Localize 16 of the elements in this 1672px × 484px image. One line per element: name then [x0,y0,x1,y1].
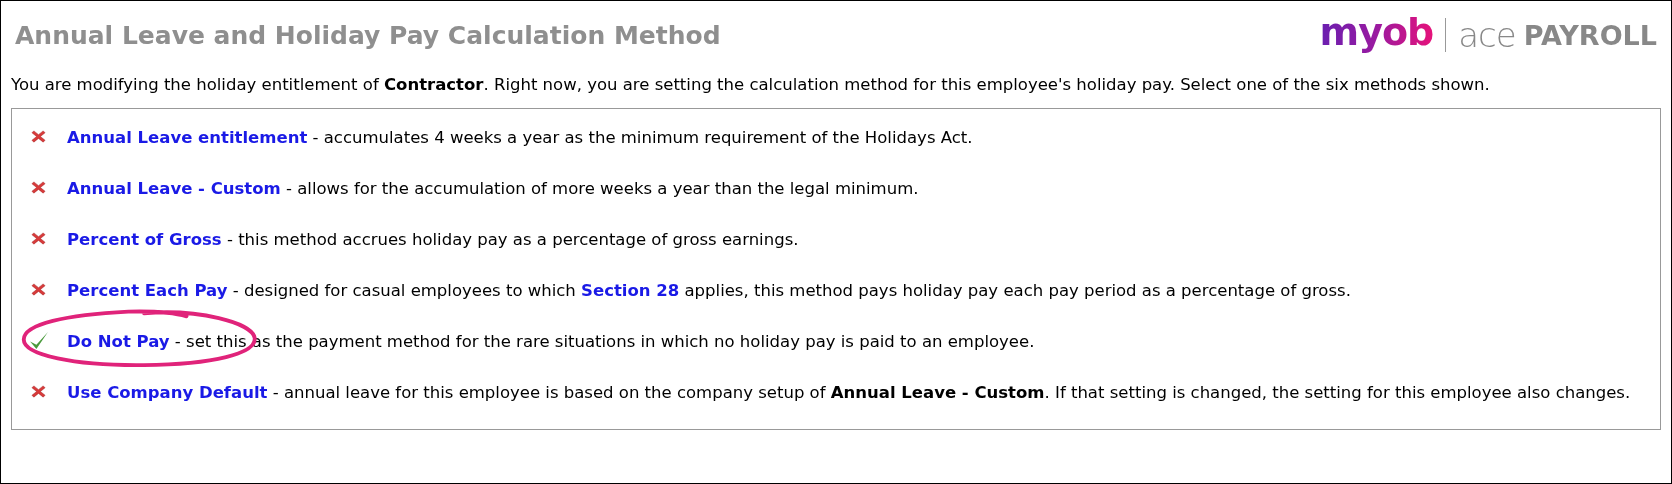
product-name: PAYROLL [1523,21,1657,49]
method-link[interactable]: Do Not Pay [67,332,170,351]
intro-text: You are modifying the holiday entitlement of Contractor. Right now, you are setting the calculation method for this employee's holiday pay. Select one of the six methods shown. [11,75,1491,94]
method-link[interactable]: Use Company Default [67,383,268,402]
method-link[interactable]: Percent of Gross [67,230,222,249]
method-description: Percent Each Pay - designed for casual employees to which Section 28 applies, this method pays holiday pay each pay period as a percentage of gross. [67,280,1351,302]
section-link[interactable]: Section 28 [581,281,680,300]
method-description: Use Company Default - annual leave for this employee is based on the company setup of Annual Leave - Custom. If that setting is changed, the setting for this employee also changes. [67,382,1631,404]
method-link[interactable]: Annual Leave entitlement [67,128,308,147]
product-name: ace [1458,18,1516,52]
method-description: Annual Leave - Custom - allows for the accumulation of more weeks a year than the legal minimum. [67,178,919,200]
method-description: Percent of Gross - this method accrues holiday pay as a percentage of gross earnings. [67,229,799,251]
method-description: Annual Leave entitlement - accumulates 4 weeks a year as the minimum requirement of the Holidays Act. [67,127,973,149]
method-link[interactable]: Annual Leave - Custom [67,179,281,198]
page-title: Annual Leave and Holiday Pay Calculation Method [14,20,721,50]
method-link[interactable]: Percent Each Pay [67,281,228,300]
